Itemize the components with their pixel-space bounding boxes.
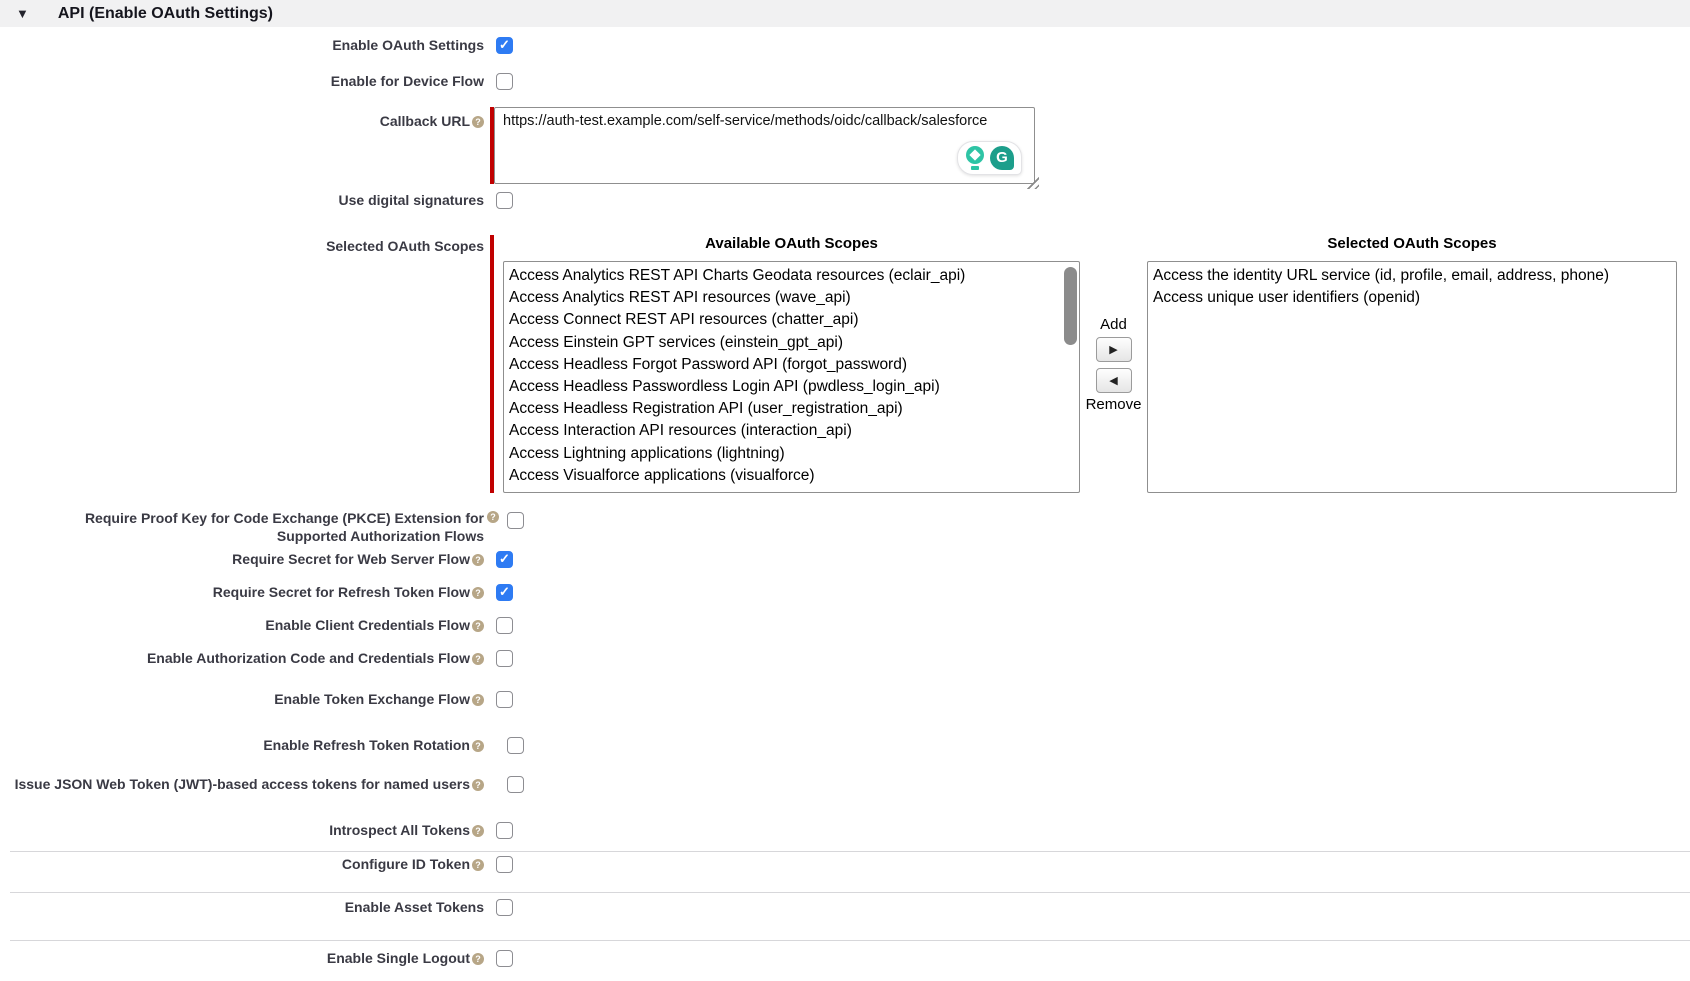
configure-id-token-label: Configure ID Token: [342, 856, 470, 872]
scope-option[interactable]: Access Analytics REST API Charts Geodata…: [504, 265, 1079, 287]
help-icon[interactable]: ?: [472, 653, 484, 665]
grammarly-icon[interactable]: G: [990, 146, 1014, 170]
available-scopes-listbox[interactable]: Access Analytics REST API Charts Geodata…: [503, 261, 1080, 493]
lightbulb-icon[interactable]: [965, 146, 985, 170]
require-secret-refresh-token-checkbox[interactable]: ✓: [496, 584, 513, 601]
required-field-bar: [490, 235, 494, 493]
scope-option[interactable]: Access Headless Registration API (user_r…: [504, 398, 1079, 420]
browser-extension-widget[interactable]: G: [957, 141, 1022, 175]
pkce-label: Require Proof Key for Code Exchange (PKC…: [24, 509, 484, 545]
scope-option[interactable]: Access Einstein GPT services (einstein_g…: [504, 332, 1079, 354]
enable-oauth-settings-label: Enable OAuth Settings: [332, 37, 484, 53]
enable-single-logout-checkbox[interactable]: ✓: [496, 950, 513, 967]
enable-auth-code-credentials-checkbox[interactable]: ✓: [496, 650, 513, 667]
add-scope-button[interactable]: ▶: [1096, 337, 1132, 362]
callback-url-input[interactable]: https://auth-test.example.com/self-servi…: [494, 107, 1035, 184]
help-icon[interactable]: ?: [487, 511, 499, 523]
collapse-triangle-icon[interactable]: ▼: [16, 7, 29, 20]
scope-option[interactable]: Access the identity URL service (id, pro…: [1148, 265, 1676, 287]
use-digital-signatures-label: Use digital signatures: [339, 192, 484, 208]
use-digital-signatures-checkbox[interactable]: ✓: [496, 192, 513, 209]
scope-option[interactable]: Access Lightning applications (lightning…: [504, 443, 1079, 465]
configure-id-token-checkbox[interactable]: ✓: [496, 856, 513, 873]
scope-option[interactable]: Access Connect REST API resources (chatt…: [504, 309, 1079, 331]
introspect-all-tokens-label: Introspect All Tokens: [329, 822, 470, 838]
enable-asset-tokens-checkbox[interactable]: ✓: [496, 899, 513, 916]
callback-url-label: Callback URL: [380, 113, 470, 129]
scope-option[interactable]: Access Headless Passwordless Login API (…: [504, 376, 1079, 398]
scope-option[interactable]: Access Interaction API resources (intera…: [504, 420, 1079, 442]
right-arrow-icon: ▶: [1109, 343, 1117, 356]
enable-auth-code-credentials-label: Enable Authorization Code and Credential…: [147, 650, 470, 666]
help-icon[interactable]: ?: [472, 554, 484, 566]
require-secret-refresh-token-label: Require Secret for Refresh Token Flow: [213, 584, 470, 600]
section-header[interactable]: ▼ API (Enable OAuth Settings): [0, 0, 1690, 27]
section-title: API (Enable OAuth Settings): [58, 5, 273, 23]
help-icon[interactable]: ?: [472, 825, 484, 837]
scope-option[interactable]: Access Visualforce applications (visualf…: [504, 465, 1079, 487]
enable-client-credentials-checkbox[interactable]: ✓: [496, 617, 513, 634]
help-icon[interactable]: ?: [472, 620, 484, 632]
enable-refresh-rotation-checkbox[interactable]: ✓: [507, 737, 524, 754]
help-icon[interactable]: ?: [472, 779, 484, 791]
enable-token-exchange-checkbox[interactable]: ✓: [496, 691, 513, 708]
scope-option[interactable]: Access Analytics REST API resources (wav…: [504, 287, 1079, 309]
row-divider: [10, 851, 1690, 852]
issue-jwt-checkbox[interactable]: ✓: [507, 776, 524, 793]
pkce-checkbox[interactable]: ✓: [507, 512, 524, 529]
selected-scopes-listbox[interactable]: Access the identity URL service (id, pro…: [1147, 261, 1677, 493]
enable-oauth-settings-checkbox[interactable]: ✓: [496, 37, 513, 54]
enable-for-device-flow-label: Enable for Device Flow: [331, 73, 484, 89]
row-divider: [10, 892, 1690, 893]
enable-client-credentials-label: Enable Client Credentials Flow: [265, 617, 470, 633]
help-icon[interactable]: ?: [472, 859, 484, 871]
help-icon[interactable]: ?: [472, 694, 484, 706]
selected-scopes-header: Selected OAuth Scopes: [1147, 235, 1677, 253]
scope-option[interactable]: Access Headless Forgot Password API (for…: [504, 354, 1079, 376]
remove-label: Remove: [1086, 396, 1142, 414]
help-icon[interactable]: ?: [472, 740, 484, 752]
introspect-all-tokens-checkbox[interactable]: ✓: [496, 822, 513, 839]
help-icon[interactable]: ?: [472, 587, 484, 599]
selected-oauth-scopes-label: Selected OAuth Scopes: [326, 238, 484, 254]
remove-scope-button[interactable]: ◀: [1096, 368, 1132, 393]
row-divider: [10, 940, 1690, 941]
require-secret-web-server-label: Require Secret for Web Server Flow: [232, 551, 470, 567]
issue-jwt-label: Issue JSON Web Token (JWT)-based access …: [15, 776, 470, 792]
left-arrow-icon: ◀: [1109, 374, 1117, 387]
available-scopes-header: Available OAuth Scopes: [503, 235, 1080, 253]
add-label: Add: [1100, 316, 1127, 334]
enable-single-logout-label: Enable Single Logout: [327, 950, 470, 966]
enable-token-exchange-label: Enable Token Exchange Flow: [274, 691, 470, 707]
enable-asset-tokens-label: Enable Asset Tokens: [345, 899, 484, 915]
help-icon[interactable]: ?: [472, 953, 484, 965]
help-icon[interactable]: ?: [472, 116, 484, 128]
require-secret-web-server-checkbox[interactable]: ✓: [496, 551, 513, 568]
enable-refresh-rotation-label: Enable Refresh Token Rotation: [263, 737, 470, 753]
scope-option[interactable]: Access unique user identifiers (openid): [1148, 287, 1676, 309]
scrollbar-thumb[interactable]: [1064, 267, 1077, 345]
enable-for-device-flow-checkbox[interactable]: ✓: [496, 73, 513, 90]
